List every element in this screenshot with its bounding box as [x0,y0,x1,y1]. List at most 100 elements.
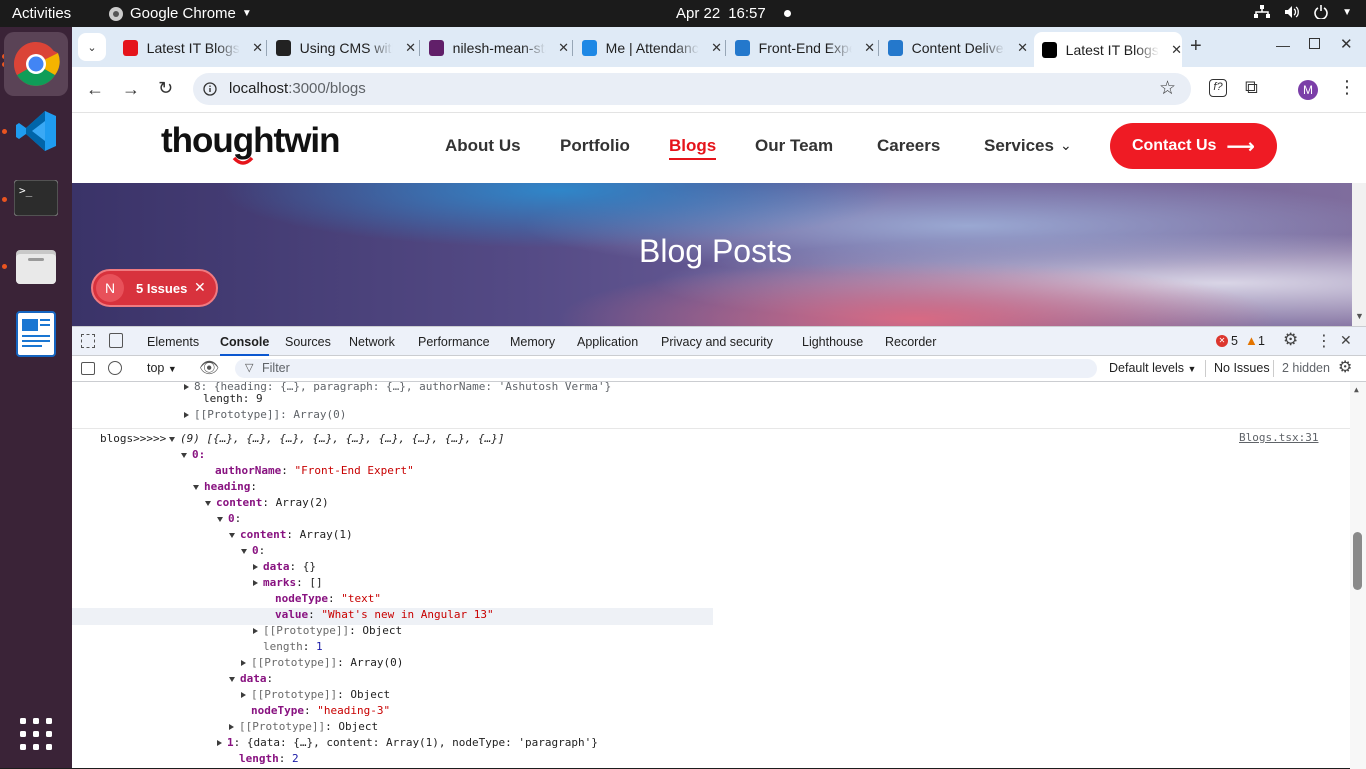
devtools-tab[interactable]: Performance [418,335,490,349]
close-tab-icon[interactable]: ✕ [1171,42,1182,58]
devtools-tab[interactable]: Console [220,335,270,356]
close-icon[interactable]: ✕ [194,279,206,296]
error-count[interactable]: 5 [1231,334,1238,348]
nav-item[interactable]: Careers [877,136,940,156]
scroll-thumb[interactable] [1353,532,1362,590]
devtools-menu-icon[interactable]: ⋮ [1316,331,1332,351]
collapsed-arrow-icon[interactable] [253,628,258,634]
console-line[interactable]: [[Prototype]]: Array(0) [184,407,346,423]
dock-terminal[interactable]: >_ [4,166,68,230]
maximize-icon[interactable] [1309,38,1320,49]
reload-icon[interactable]: ↻ [158,78,173,99]
dock-vscode[interactable] [4,99,68,163]
devtools-tab[interactable]: Memory [510,335,555,349]
console-line[interactable]: [[Prototype]]: Object [229,719,378,735]
site-info-icon[interactable] [203,82,217,96]
collapsed-arrow-icon[interactable] [253,564,258,570]
device-toolbar-icon[interactable] [109,333,123,348]
collapsed-arrow-icon[interactable] [184,412,189,418]
console-settings-gear-icon[interactable]: ⚙ [1338,357,1352,377]
expanded-arrow-icon[interactable] [217,516,223,522]
browser-tab[interactable]: Latest IT Blogs ✕ [1034,32,1182,67]
app-menu[interactable]: Google Chrome ▼ [108,5,252,22]
log-levels-select[interactable]: Default levels ▼ [1109,361,1196,375]
back-arrow-icon[interactable]: ← [86,79,104,100]
console-scrollbar[interactable]: ▲ [1350,382,1366,769]
dock-files[interactable] [4,234,68,298]
expanded-arrow-icon[interactable] [193,484,199,490]
sidebar-toggle-icon[interactable] [81,362,95,375]
system-tray[interactable]: ▼ [1254,5,1352,19]
collapsed-arrow-icon[interactable] [241,692,246,698]
extensions-puzzle-icon[interactable]: ⧉ [1245,77,1258,98]
collapsed-arrow-icon[interactable] [229,724,234,730]
address-bar[interactable]: localhost:3000/blogs ☆ [193,73,1191,105]
close-tab-icon[interactable]: ✕ [1017,40,1028,56]
page-scrollbar[interactable]: ▼ [1352,183,1366,326]
clock[interactable]: Apr 22 16:57 [676,5,791,22]
close-tab-icon[interactable]: ✕ [711,40,722,56]
forward-arrow-icon[interactable]: → [122,79,140,100]
bookmark-star-icon[interactable]: ☆ [1159,77,1176,100]
collapsed-arrow-icon[interactable] [217,740,222,746]
warning-count[interactable]: 1 [1258,334,1265,348]
expanded-arrow-icon[interactable] [181,452,187,458]
close-tab-icon[interactable]: ✕ [252,40,263,56]
close-devtools-icon[interactable]: ✕ [1340,332,1352,349]
expanded-arrow-icon[interactable] [241,548,247,554]
console-line[interactable]: content: Array(1) [229,527,353,543]
activities-button[interactable]: Activities [12,5,71,22]
dock-writer[interactable] [4,302,68,366]
dock-chrome[interactable] [4,32,68,96]
devtools-tab[interactable]: Application [577,335,638,349]
close-tab-icon[interactable]: ✕ [405,40,416,56]
nav-item[interactable]: Blogs [669,136,717,160]
new-tab-icon[interactable]: + [1190,35,1202,58]
live-expression-eye-icon[interactable]: 👁 [199,358,219,378]
nav-item[interactable]: Our Team [755,136,833,156]
context-select[interactable]: top ▼ [147,361,177,375]
contact-us-button[interactable]: Contact Us ⟶ [1110,123,1277,169]
close-window-icon[interactable]: ✕ [1340,35,1353,53]
console-line[interactable]: 0: [217,511,248,527]
collapsed-arrow-icon[interactable] [253,580,258,586]
browser-tab[interactable]: nilesh-mean-stack ✕ [421,32,569,63]
devtools-tab[interactable]: Network [349,335,395,349]
console-line[interactable]: data: {} [253,559,316,575]
nextjs-issues-badge[interactable]: N 5 Issues ✕ [91,269,218,307]
browser-tab[interactable]: Using CMS with ✕ [268,32,416,63]
expanded-arrow-icon[interactable] [229,532,235,538]
console-filter-input[interactable]: ▽ Filter [235,359,1097,378]
console-line[interactable]: 0: [241,543,272,559]
font-extension-icon[interactable]: f? [1209,79,1227,97]
settings-gear-icon[interactable]: ⚙ [1283,330,1298,350]
browser-tab[interactable]: Latest IT Blogs ✕ [115,32,263,63]
tab-search-button[interactable]: ⌄ [78,33,106,61]
clear-console-icon[interactable] [108,361,122,375]
profile-avatar[interactable]: M [1298,80,1318,100]
console-line[interactable]: 1: {data: {…}, content: Array(1), nodeTy… [217,735,598,751]
source-link[interactable]: Blogs.tsx:31 [1239,431,1318,444]
menu-kebab-icon[interactable]: ⋮ [1338,77,1356,98]
console-line[interactable]: [[Prototype]]: Array(0) [241,655,403,671]
devtools-tab[interactable]: Lighthouse [802,335,863,349]
console-line[interactable]: heading: [193,479,264,495]
inspect-element-icon[interactable] [81,334,95,348]
devtools-tab[interactable]: Elements [147,335,199,349]
expanded-arrow-icon[interactable] [229,676,235,682]
devtools-tab[interactable]: Privacy and security [661,335,773,349]
collapsed-arrow-icon[interactable] [184,384,189,390]
nav-item[interactable]: Services [984,136,1054,156]
console-line[interactable]: marks: [] [253,575,323,591]
expanded-arrow-icon[interactable] [205,500,211,506]
console-line[interactable]: 0: [181,447,205,463]
no-issues-button[interactable]: No Issues [1214,361,1270,375]
nav-item[interactable]: About Us [445,136,521,156]
minimize-icon[interactable]: — [1276,37,1290,53]
console-line[interactable]: (9) [{…}, {…}, {…}, {…}, {…}, {…}, {…}, … [169,431,505,447]
dock-app-grid[interactable] [4,702,68,766]
expanded-arrow-icon[interactable] [169,436,175,442]
close-tab-icon[interactable]: ✕ [864,40,875,56]
collapsed-arrow-icon[interactable] [241,660,246,666]
devtools-tab[interactable]: Recorder [885,335,936,349]
